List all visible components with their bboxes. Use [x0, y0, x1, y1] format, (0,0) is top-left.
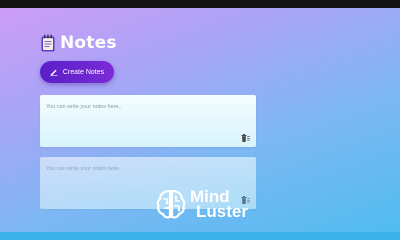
note-input[interactable]	[46, 101, 236, 113]
notepad-icon	[41, 34, 55, 52]
note-card	[40, 95, 256, 147]
mindluster-watermark: Mind Luster	[156, 188, 248, 220]
brain-logo-icon	[156, 189, 186, 219]
top-bar	[0, 0, 400, 8]
app-header: Notes	[40, 32, 117, 54]
watermark-line-2: Luster	[196, 202, 248, 221]
page-title: Notes	[60, 33, 117, 53]
note-input[interactable]	[46, 163, 236, 175]
trash-icon[interactable]	[241, 134, 250, 142]
create-notes-button[interactable]: Create Notes	[40, 61, 114, 83]
create-notes-label: Create Notes	[62, 68, 105, 76]
pen-icon	[50, 69, 58, 76]
watermark-text: Mind Luster	[190, 188, 248, 221]
bottom-bar	[0, 232, 400, 240]
